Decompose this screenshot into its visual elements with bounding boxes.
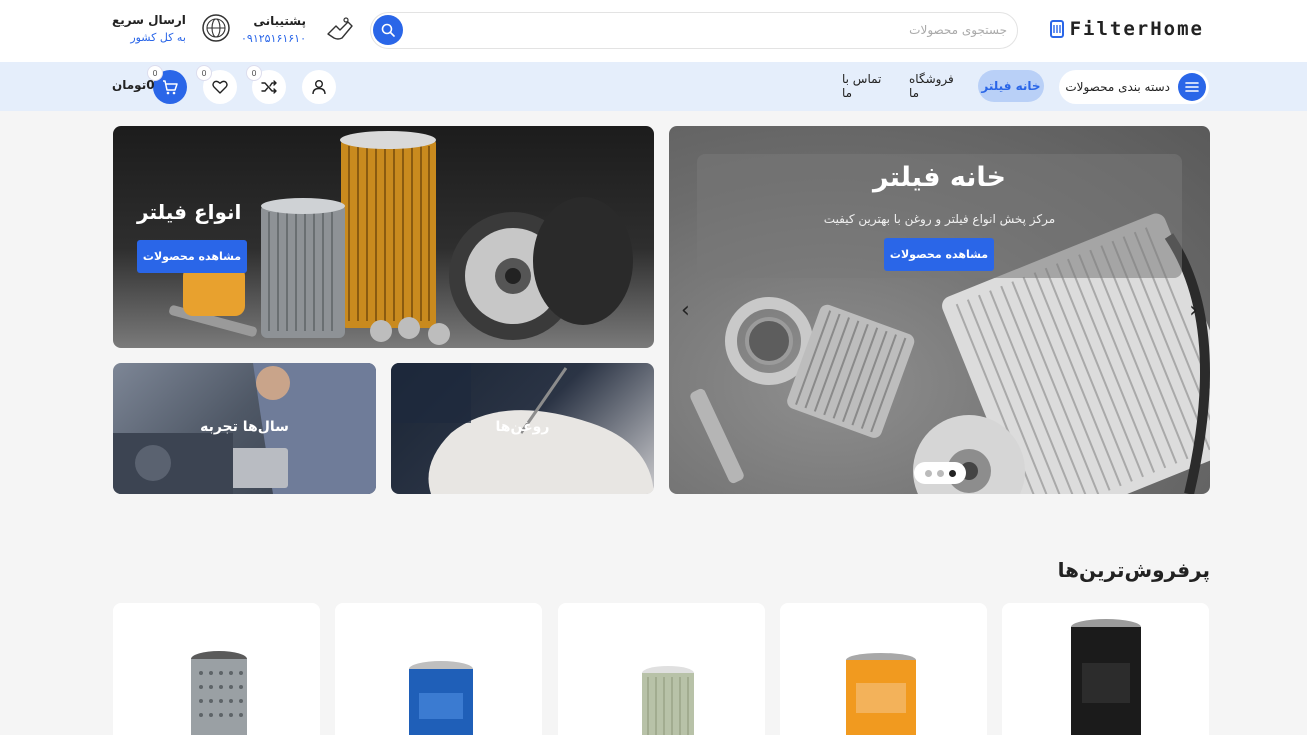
account-button[interactable] — [302, 70, 336, 104]
logo-text: FilterHome — [1069, 18, 1204, 40]
shipping-info: ارسال سریع به کل کشور — [112, 12, 232, 44]
hero-title: خانه فیلتر — [872, 162, 1007, 193]
menu-icon — [1178, 73, 1206, 101]
filter-types-title: انواع فیلتر — [137, 200, 242, 224]
globe-icon — [202, 14, 230, 42]
search-input[interactable] — [412, 15, 1007, 45]
shuffle-icon — [261, 80, 277, 94]
oils-banner[interactable]: روغن‌ها — [391, 363, 654, 494]
product-card[interactable] — [558, 603, 765, 735]
nav-link-home[interactable]: خانه فیلتر — [978, 70, 1044, 102]
filter-logo-icon — [1049, 20, 1064, 38]
shipping-subtitle: به کل کشور — [130, 30, 186, 44]
product-image — [846, 653, 916, 735]
hero-view-products-button[interactable]: مشاهده محصولات — [884, 238, 994, 271]
support-phone-icon — [327, 17, 353, 40]
slider-next-icon[interactable]: › — [1189, 298, 1198, 323]
product-image — [642, 666, 694, 735]
search-button[interactable] — [373, 15, 403, 45]
categories-label: دسته بندی محصولات — [1065, 80, 1170, 94]
product-card[interactable] — [113, 603, 320, 735]
filter-types-view-button[interactable]: مشاهده محصولات — [137, 240, 247, 273]
filter-types-banner[interactable]: انواع فیلتر مشاهده محصولات — [113, 126, 654, 348]
product-card[interactable] — [335, 603, 542, 735]
nav-link-contact[interactable]: تماس با ما — [842, 70, 894, 102]
wishlist-count-badge: 0 — [197, 66, 211, 80]
oils-title: روغن‌ها — [495, 419, 550, 435]
product-card[interactable] — [1002, 603, 1209, 735]
slider-dot[interactable] — [936, 469, 944, 477]
support-phone[interactable]: ۰۹۱۲۵۱۶۱۶۱۰ — [241, 32, 306, 45]
shipping-label: ارسال سریع — [112, 12, 186, 27]
cart-total: 0تومان — [112, 78, 155, 92]
best-sellers-title: پرفروش‌ترین‌ها — [1057, 558, 1210, 582]
heart-icon — [212, 80, 228, 94]
nav-link-shop[interactable]: فروشگاه ما — [909, 70, 967, 102]
slider-prev-icon[interactable]: ‹ — [681, 298, 690, 323]
compare-count-badge: 0 — [247, 66, 261, 80]
product-image — [1071, 619, 1141, 735]
support-label: پشتیبانی — [253, 13, 306, 28]
support-info: پشتیبانی ۰۹۱۲۵۱۶۱۶۱۰ — [241, 12, 356, 46]
site-logo[interactable]: FilterHome — [1049, 18, 1204, 40]
search-icon — [381, 23, 395, 37]
hero-slider: خانه فیلتر مرکز پخش انواع فیلتر و روغن ب… — [669, 126, 1210, 494]
categories-button[interactable]: دسته بندی محصولات — [1059, 70, 1209, 104]
slider-dot-active[interactable] — [948, 469, 956, 477]
experience-banner[interactable]: سال‌ها تجربه — [113, 363, 376, 494]
cart-icon — [163, 79, 178, 94]
slider-dot[interactable] — [924, 469, 932, 477]
hero-subtitle: مرکز پخش انواع فیلتر و روغن با بهترین کی… — [823, 212, 1056, 226]
filters-image — [169, 131, 633, 345]
slider-pagination — [914, 462, 966, 484]
product-image — [409, 661, 473, 735]
product-card[interactable] — [780, 603, 987, 735]
user-icon — [312, 80, 326, 95]
experience-title: سال‌ها تجربه — [200, 419, 289, 435]
product-image — [191, 651, 247, 735]
